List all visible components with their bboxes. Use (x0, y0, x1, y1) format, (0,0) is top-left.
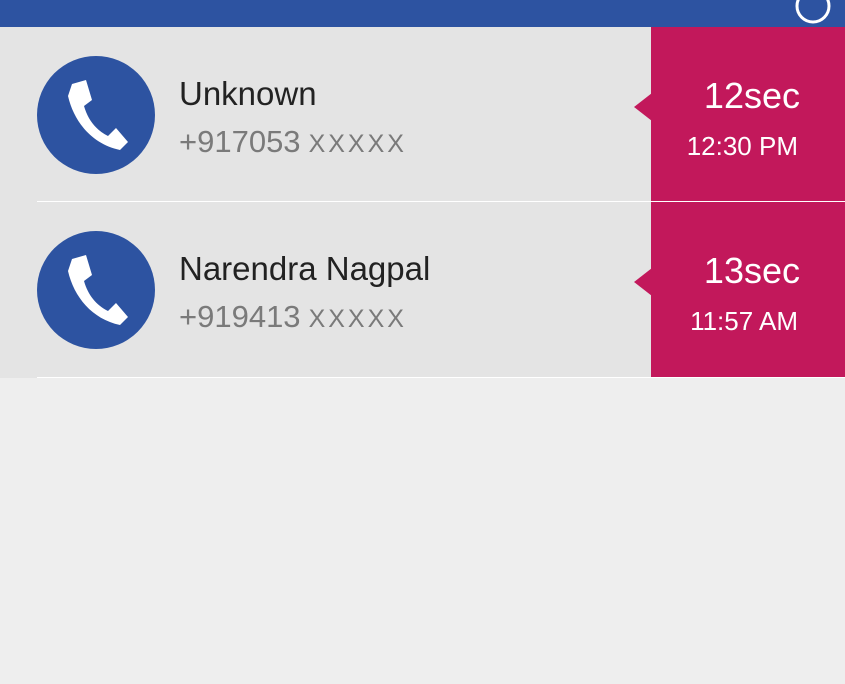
call-log-item[interactable]: Unknown +917053 XXXXX 12sec 12:30 PM (0, 27, 845, 202)
caller-number: +917053 XXXXX (179, 124, 407, 160)
phone-icon (68, 80, 128, 150)
badge-pointer (634, 268, 652, 296)
call-duration: 12sec (703, 75, 800, 116)
caller-name: Unknown (179, 75, 317, 112)
call-time: 11:57 AM (690, 306, 798, 336)
call-log-list: Unknown +917053 XXXXX 12sec 12:30 PM Nare… (0, 27, 845, 378)
row-divider (37, 377, 845, 378)
call-avatar (37, 56, 155, 174)
badge-pointer (634, 93, 652, 121)
caller-number-prefix: +919413 (179, 299, 301, 334)
app-header (0, 0, 845, 27)
call-duration: 13sec (703, 250, 800, 291)
call-duration-badge: 13sec 11:57 AM (634, 202, 845, 378)
phone-icon (68, 255, 128, 325)
call-log-item[interactable]: Narendra Nagpal +919413 XXXXX 13sec 11:57… (0, 202, 845, 378)
caller-number-mask: XXXXX (308, 130, 407, 158)
call-time: 12:30 PM (686, 131, 798, 161)
call-duration-badge: 12sec 12:30 PM (634, 27, 845, 202)
caller-number-prefix: +917053 (179, 124, 301, 159)
caller-number-mask: XXXXX (308, 305, 407, 333)
caller-name: Narendra Nagpal (179, 250, 431, 287)
header-action-icon[interactable] (793, 0, 833, 26)
caller-number: +919413 XXXXX (179, 299, 407, 335)
call-avatar (37, 231, 155, 349)
